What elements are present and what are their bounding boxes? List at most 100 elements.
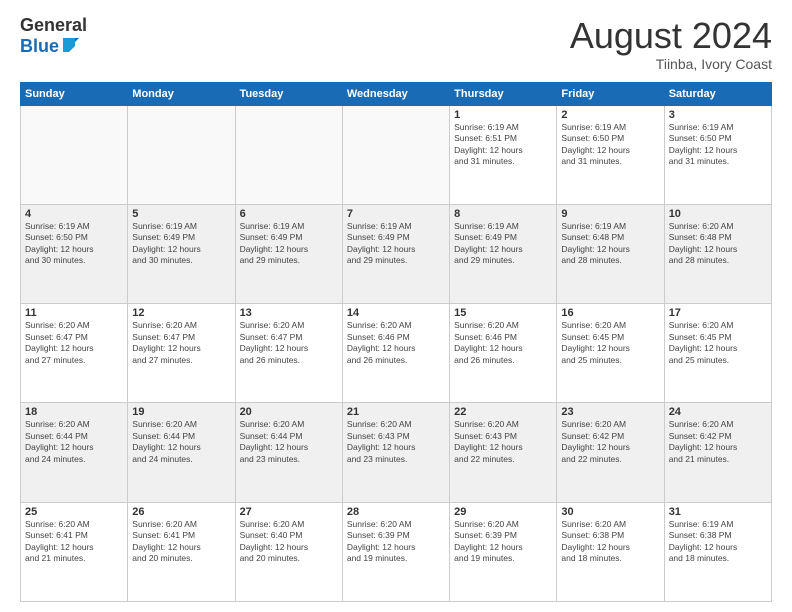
day-number: 19 (132, 406, 230, 418)
day-info: Sunrise: 6:19 AMSunset: 6:50 PMDaylight:… (25, 221, 123, 267)
calendar-cell: 26Sunrise: 6:20 AMSunset: 6:41 PMDayligh… (128, 502, 235, 601)
calendar-week-row-4: 25Sunrise: 6:20 AMSunset: 6:41 PMDayligh… (21, 502, 772, 601)
day-info: Sunrise: 6:19 AMSunset: 6:51 PMDaylight:… (454, 122, 552, 168)
location: Tiinba, Ivory Coast (570, 56, 772, 72)
day-info: Sunrise: 6:20 AMSunset: 6:44 PMDaylight:… (25, 419, 123, 465)
calendar-cell: 10Sunrise: 6:20 AMSunset: 6:48 PMDayligh… (664, 204, 771, 303)
calendar-header-saturday: Saturday (664, 82, 771, 105)
calendar-cell: 30Sunrise: 6:20 AMSunset: 6:38 PMDayligh… (557, 502, 664, 601)
day-number: 7 (347, 208, 445, 220)
day-info: Sunrise: 6:20 AMSunset: 6:38 PMDaylight:… (561, 519, 659, 565)
calendar-header-thursday: Thursday (450, 82, 557, 105)
logo-blue: Blue (20, 37, 59, 57)
calendar-cell: 18Sunrise: 6:20 AMSunset: 6:44 PMDayligh… (21, 403, 128, 502)
calendar-cell: 20Sunrise: 6:20 AMSunset: 6:44 PMDayligh… (235, 403, 342, 502)
calendar-cell: 25Sunrise: 6:20 AMSunset: 6:41 PMDayligh… (21, 502, 128, 601)
day-number: 27 (240, 506, 338, 518)
day-number: 15 (454, 307, 552, 319)
calendar-cell: 5Sunrise: 6:19 AMSunset: 6:49 PMDaylight… (128, 204, 235, 303)
calendar-cell: 24Sunrise: 6:20 AMSunset: 6:42 PMDayligh… (664, 403, 771, 502)
header: General Blue August 2024 Tiinba, Ivory C… (20, 16, 772, 72)
calendar-cell (342, 105, 449, 204)
calendar-header-monday: Monday (128, 82, 235, 105)
day-info: Sunrise: 6:20 AMSunset: 6:46 PMDaylight:… (347, 320, 445, 366)
day-info: Sunrise: 6:19 AMSunset: 6:49 PMDaylight:… (240, 221, 338, 267)
calendar-cell (128, 105, 235, 204)
calendar-cell: 8Sunrise: 6:19 AMSunset: 6:49 PMDaylight… (450, 204, 557, 303)
calendar-header-row: SundayMondayTuesdayWednesdayThursdayFrid… (21, 82, 772, 105)
day-number: 31 (669, 506, 767, 518)
day-number: 6 (240, 208, 338, 220)
calendar-cell: 4Sunrise: 6:19 AMSunset: 6:50 PMDaylight… (21, 204, 128, 303)
day-number: 9 (561, 208, 659, 220)
day-number: 8 (454, 208, 552, 220)
calendar-cell (235, 105, 342, 204)
calendar-cell: 17Sunrise: 6:20 AMSunset: 6:45 PMDayligh… (664, 304, 771, 403)
calendar-header-sunday: Sunday (21, 82, 128, 105)
logo-icon (61, 34, 79, 58)
calendar-cell: 23Sunrise: 6:20 AMSunset: 6:42 PMDayligh… (557, 403, 664, 502)
day-number: 3 (669, 109, 767, 121)
calendar-cell (21, 105, 128, 204)
day-info: Sunrise: 6:20 AMSunset: 6:45 PMDaylight:… (669, 320, 767, 366)
day-number: 20 (240, 406, 338, 418)
calendar-week-row-3: 18Sunrise: 6:20 AMSunset: 6:44 PMDayligh… (21, 403, 772, 502)
page: General Blue August 2024 Tiinba, Ivory C… (0, 0, 792, 612)
calendar-cell: 13Sunrise: 6:20 AMSunset: 6:47 PMDayligh… (235, 304, 342, 403)
calendar-cell: 27Sunrise: 6:20 AMSunset: 6:40 PMDayligh… (235, 502, 342, 601)
day-number: 29 (454, 506, 552, 518)
day-number: 30 (561, 506, 659, 518)
day-info: Sunrise: 6:20 AMSunset: 6:44 PMDaylight:… (132, 419, 230, 465)
day-number: 13 (240, 307, 338, 319)
calendar-cell: 21Sunrise: 6:20 AMSunset: 6:43 PMDayligh… (342, 403, 449, 502)
day-info: Sunrise: 6:19 AMSunset: 6:50 PMDaylight:… (669, 122, 767, 168)
day-info: Sunrise: 6:20 AMSunset: 6:44 PMDaylight:… (240, 419, 338, 465)
day-number: 23 (561, 406, 659, 418)
day-info: Sunrise: 6:20 AMSunset: 6:39 PMDaylight:… (454, 519, 552, 565)
day-number: 10 (669, 208, 767, 220)
calendar-cell: 12Sunrise: 6:20 AMSunset: 6:47 PMDayligh… (128, 304, 235, 403)
day-info: Sunrise: 6:20 AMSunset: 6:47 PMDaylight:… (240, 320, 338, 366)
day-number: 4 (25, 208, 123, 220)
day-info: Sunrise: 6:19 AMSunset: 6:49 PMDaylight:… (347, 221, 445, 267)
calendar-cell: 2Sunrise: 6:19 AMSunset: 6:50 PMDaylight… (557, 105, 664, 204)
calendar-header-wednesday: Wednesday (342, 82, 449, 105)
calendar-cell: 19Sunrise: 6:20 AMSunset: 6:44 PMDayligh… (128, 403, 235, 502)
day-info: Sunrise: 6:20 AMSunset: 6:43 PMDaylight:… (454, 419, 552, 465)
calendar-header-friday: Friday (557, 82, 664, 105)
day-number: 28 (347, 506, 445, 518)
day-info: Sunrise: 6:19 AMSunset: 6:48 PMDaylight:… (561, 221, 659, 267)
month-title: August 2024 (570, 16, 772, 56)
calendar: SundayMondayTuesdayWednesdayThursdayFrid… (20, 82, 772, 602)
day-number: 22 (454, 406, 552, 418)
day-number: 18 (25, 406, 123, 418)
calendar-header-tuesday: Tuesday (235, 82, 342, 105)
day-number: 17 (669, 307, 767, 319)
day-info: Sunrise: 6:20 AMSunset: 6:42 PMDaylight:… (669, 419, 767, 465)
day-info: Sunrise: 6:20 AMSunset: 6:46 PMDaylight:… (454, 320, 552, 366)
calendar-cell: 16Sunrise: 6:20 AMSunset: 6:45 PMDayligh… (557, 304, 664, 403)
day-info: Sunrise: 6:20 AMSunset: 6:47 PMDaylight:… (132, 320, 230, 366)
day-number: 12 (132, 307, 230, 319)
calendar-cell: 22Sunrise: 6:20 AMSunset: 6:43 PMDayligh… (450, 403, 557, 502)
day-number: 1 (454, 109, 552, 121)
calendar-cell: 3Sunrise: 6:19 AMSunset: 6:50 PMDaylight… (664, 105, 771, 204)
day-info: Sunrise: 6:19 AMSunset: 6:49 PMDaylight:… (132, 221, 230, 267)
title-section: August 2024 Tiinba, Ivory Coast (570, 16, 772, 72)
logo: General Blue (20, 16, 87, 58)
calendar-week-row-1: 4Sunrise: 6:19 AMSunset: 6:50 PMDaylight… (21, 204, 772, 303)
day-info: Sunrise: 6:20 AMSunset: 6:39 PMDaylight:… (347, 519, 445, 565)
day-number: 14 (347, 307, 445, 319)
day-info: Sunrise: 6:19 AMSunset: 6:38 PMDaylight:… (669, 519, 767, 565)
day-number: 2 (561, 109, 659, 121)
calendar-cell: 15Sunrise: 6:20 AMSunset: 6:46 PMDayligh… (450, 304, 557, 403)
calendar-cell: 6Sunrise: 6:19 AMSunset: 6:49 PMDaylight… (235, 204, 342, 303)
calendar-cell: 31Sunrise: 6:19 AMSunset: 6:38 PMDayligh… (664, 502, 771, 601)
day-number: 16 (561, 307, 659, 319)
day-number: 26 (132, 506, 230, 518)
day-number: 24 (669, 406, 767, 418)
calendar-week-row-0: 1Sunrise: 6:19 AMSunset: 6:51 PMDaylight… (21, 105, 772, 204)
calendar-cell: 9Sunrise: 6:19 AMSunset: 6:48 PMDaylight… (557, 204, 664, 303)
day-info: Sunrise: 6:20 AMSunset: 6:48 PMDaylight:… (669, 221, 767, 267)
calendar-cell: 14Sunrise: 6:20 AMSunset: 6:46 PMDayligh… (342, 304, 449, 403)
